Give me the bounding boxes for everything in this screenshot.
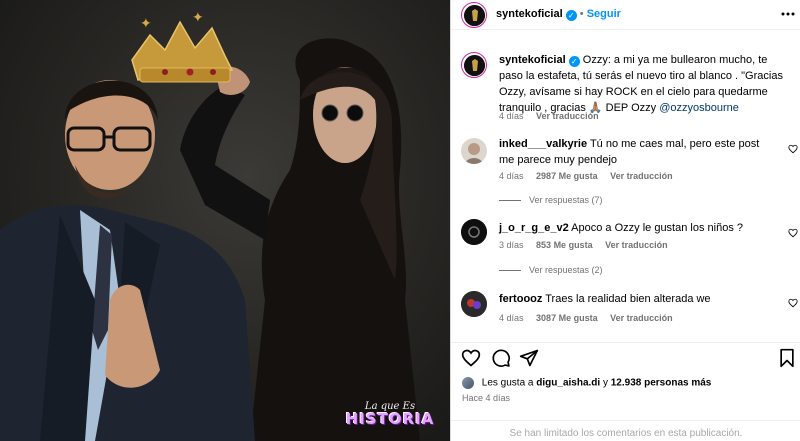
post-time-ago[interactable]: Hace 4 días <box>462 393 510 403</box>
comments-limited-notice: Se han limitado los comentarios en esta … <box>451 420 800 441</box>
comment-like-heart-icon[interactable] <box>788 228 798 238</box>
replies-divider <box>499 270 521 272</box>
post-details-panel: syntekoficial ✓ • Seguir syntekoficial ✓… <box>450 0 800 441</box>
comment-icon[interactable] <box>491 348 511 368</box>
comment-avatar-image <box>461 291 487 317</box>
caption-translation-link[interactable]: Ver traducción <box>536 111 599 121</box>
header-separator: • <box>579 8 584 20</box>
verified-badge-icon: ✓ <box>565 10 577 21</box>
author-avatar[interactable] <box>461 2 487 28</box>
comment-body: Traes la realidad bien alterada we <box>545 293 711 305</box>
verified-badge-icon: ✓ <box>568 56 580 67</box>
svg-text:✦: ✦ <box>192 10 204 26</box>
share-icon[interactable] <box>519 348 539 368</box>
comment-avatar[interactable] <box>461 138 487 164</box>
likes-count[interactable]: 12.938 personas más <box>611 378 712 389</box>
comment-translation-link[interactable]: Ver traducción <box>610 313 673 323</box>
follow-button[interactable]: Seguir <box>587 8 621 20</box>
watermark-logo: La que Es HISTORIA <box>340 402 440 427</box>
view-replies-label[interactable]: Ver respuestas (2) <box>529 265 603 275</box>
likes-middle: y <box>602 377 608 389</box>
heart-icon[interactable] <box>461 348 481 368</box>
post-photo-illustration: ✦ ✦ <box>0 10 420 441</box>
comment-like-heart-icon[interactable] <box>788 144 798 154</box>
comment-time[interactable]: 3 días <box>499 240 524 250</box>
caption-meta: 4 días Ver traducción <box>499 111 609 121</box>
watermark-main-text: HISTORIA <box>345 410 435 428</box>
likes-prefix: Les gusta a <box>481 377 534 389</box>
caption-avatar-image <box>463 54 485 76</box>
caption-time[interactable]: 4 días <box>499 111 524 121</box>
comment-like-heart-icon[interactable] <box>788 298 798 308</box>
comment-avatar-image <box>461 138 487 164</box>
post-image[interactable]: ✦ ✦ La que Es HISTORIA <box>0 0 450 441</box>
comment-likes-count[interactable]: 2987 Me gusta <box>536 171 598 181</box>
liker-username[interactable]: digu_aisha.di <box>536 378 600 389</box>
comment-avatar[interactable] <box>461 219 487 245</box>
comment-text: fertoooz Traes la realidad bien alterada… <box>499 291 774 307</box>
comment-meta: 4 días 2987 Me gusta Ver traducción <box>499 171 683 181</box>
post-action-bar <box>451 342 800 372</box>
comment-likes-count[interactable]: 3087 Me gusta <box>536 313 598 323</box>
header-username-text[interactable]: syntekoficial <box>496 8 563 20</box>
caption-author-avatar[interactable] <box>461 52 487 78</box>
comment-time[interactable]: 4 días <box>499 171 524 181</box>
svg-text:✦: ✦ <box>140 16 152 32</box>
comment-text: j_o_r_g_e_v2 Apoco a Ozzy le gustan los … <box>499 220 774 236</box>
comment-avatar[interactable] <box>461 291 487 317</box>
comment-username[interactable]: j_o_r_g_e_v2 <box>499 222 569 234</box>
author-avatar-image <box>463 4 485 26</box>
comment-translation-link[interactable]: Ver traducción <box>605 240 668 250</box>
header-username[interactable]: syntekoficial ✓ • Seguir <box>496 8 621 21</box>
replies-divider <box>499 200 521 202</box>
view-replies-button[interactable]: Ver respuestas (7) <box>499 195 603 205</box>
comment-time[interactable]: 4 días <box>499 313 524 323</box>
comment-likes-count[interactable]: 853 Me gusta <box>536 240 593 250</box>
comment-meta: 3 días 853 Me gusta Ver traducción <box>499 240 678 250</box>
comment-text: inked___valkyrie Tú no me caes mal, pero… <box>499 136 774 168</box>
likes-summary[interactable]: Les gusta a digu_aisha.di y 12.938 perso… <box>461 376 711 390</box>
post-header: syntekoficial ✓ • Seguir <box>451 0 800 30</box>
comment-username[interactable]: fertoooz <box>499 293 542 305</box>
bookmark-icon[interactable] <box>777 348 797 368</box>
comment-body: Apoco a Ozzy le gustan los niños ? <box>571 222 743 234</box>
caption-mention-link[interactable]: @ozzyosbourne <box>659 102 739 114</box>
view-replies-label[interactable]: Ver respuestas (7) <box>529 195 603 205</box>
comment-translation-link[interactable]: Ver traducción <box>610 171 673 181</box>
caption-username[interactable]: syntekoficial <box>499 54 566 66</box>
more-horizontal-icon[interactable] <box>781 11 795 17</box>
caption-text: syntekoficial ✓ Ozzy: a mi ya me bullear… <box>499 52 789 116</box>
comment-username[interactable]: inked___valkyrie <box>499 138 587 150</box>
liker-avatar <box>461 376 475 390</box>
comment-avatar-image <box>461 219 487 245</box>
comment-meta: 4 días 3087 Me gusta Ver traducción <box>499 313 683 323</box>
view-replies-button[interactable]: Ver respuestas (2) <box>499 265 603 275</box>
